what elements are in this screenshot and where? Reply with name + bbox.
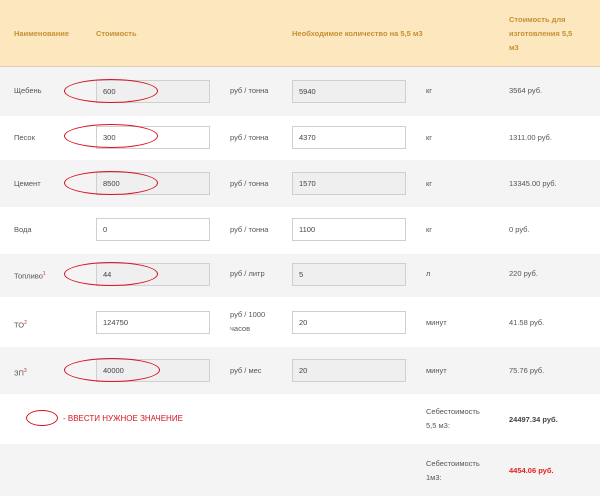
header-total-line1: Стоимость для (509, 15, 566, 24)
price-unit: руб / мес (230, 366, 262, 375)
row-total: 220 руб. (509, 269, 538, 278)
quantity-field: 1570 (292, 172, 406, 195)
cost-label-line2: 5,5 м3: (426, 421, 450, 430)
price-unit: руб / тонна (230, 133, 269, 142)
annotation-ellipse-icon (64, 171, 158, 195)
annotation-ellipse-icon (64, 262, 158, 286)
price-input[interactable]: 124750 (96, 311, 210, 334)
header-total-line3: м3 (509, 43, 519, 52)
row-name-wrap: ТО2 (14, 317, 27, 332)
price-unit: руб / тонна (230, 225, 269, 234)
row-name: Щебень (14, 86, 42, 95)
legend-ellipse-icon (26, 410, 58, 426)
price-input[interactable]: 0 (96, 218, 210, 241)
table-header: Наименование Стоимость Необходимое колич… (0, 0, 600, 66)
quantity-unit: кг (426, 179, 433, 188)
row-name-wrap: ЗП3 (14, 365, 27, 380)
price-unit: руб / тонна (230, 86, 269, 95)
quantity-field: 1100 (292, 218, 406, 241)
annotation-ellipse-icon (64, 358, 160, 382)
row-name-wrap: Топливо1 (14, 268, 46, 283)
cost-label-line1: Себестоимость (426, 407, 480, 416)
row-name: Вода (14, 225, 32, 234)
quantity-field: 4370 (292, 126, 406, 149)
row-name: Песок (14, 133, 35, 142)
price-unit: руб / тонна (230, 179, 269, 188)
quantity-field: 5940 (292, 80, 406, 103)
header-total-line2: изготовления 5,5 (509, 29, 573, 38)
quantity-input[interactable]: 20 (292, 311, 406, 334)
price-unit: руб / литр (230, 269, 265, 278)
header-cost: Стоимость (96, 29, 137, 38)
row-total: 0 руб. (509, 225, 530, 234)
quantity-unit: кг (426, 225, 433, 234)
table-row: Вода 0 руб / тонна 1100 кг 0 руб. (0, 207, 600, 254)
row-name: Цемент (14, 179, 41, 188)
row-total: 1311.00 руб. (509, 133, 552, 142)
quantity-unit: минут (426, 366, 447, 375)
quantity-input[interactable]: 20 (292, 359, 406, 382)
quantity-unit: кг (426, 86, 433, 95)
legend-text: - ВВЕСТИ НУЖНОЕ ЗНАЧЕНИЕ (63, 414, 183, 423)
row-total: 75.76 руб. (509, 366, 545, 375)
cost-value: 24497.34 руб. (509, 415, 558, 424)
annotation-ellipse-icon (64, 124, 158, 148)
summary-row-unit: Себестоимость 1м3: 4454.06 руб. (0, 444, 600, 496)
summary-row-total: - ВВЕСТИ НУЖНОЕ ЗНАЧЕНИЕ Себестоимость 5… (0, 394, 600, 444)
price-unit: руб / 1000 (230, 310, 266, 319)
row-name: ЗП (14, 368, 24, 378)
price-unit-line2: часов (230, 324, 251, 333)
row-total: 3564 руб. (509, 86, 543, 95)
quantity-unit: л (426, 269, 431, 278)
table-row: ТО2 124750 руб / 1000 часов 20 минут 41.… (0, 297, 600, 347)
footnote-marker: 3 (23, 368, 27, 374)
row-name: ТО (14, 320, 25, 330)
quantity-unit: минут (426, 318, 447, 327)
header-quantity: Необходимое количество на 5,5 м3 (292, 29, 423, 38)
row-name: Топливо (14, 271, 43, 281)
unit-cost-label-line1: Себестоимость (426, 459, 480, 468)
header-name: Наименование (14, 29, 70, 38)
unit-cost-label-line2: 1м3: (426, 473, 442, 482)
annotation-ellipse-icon (64, 79, 158, 103)
row-total: 41.58 руб. (509, 318, 545, 327)
quantity-field: 5 (292, 263, 406, 286)
quantity-unit: кг (426, 133, 433, 142)
row-total: 13345.00 руб. (509, 179, 557, 188)
footnote-marker: 1 (42, 271, 46, 277)
unit-cost-value: 4454.06 руб. (509, 466, 554, 475)
footnote-marker: 2 (24, 320, 27, 326)
